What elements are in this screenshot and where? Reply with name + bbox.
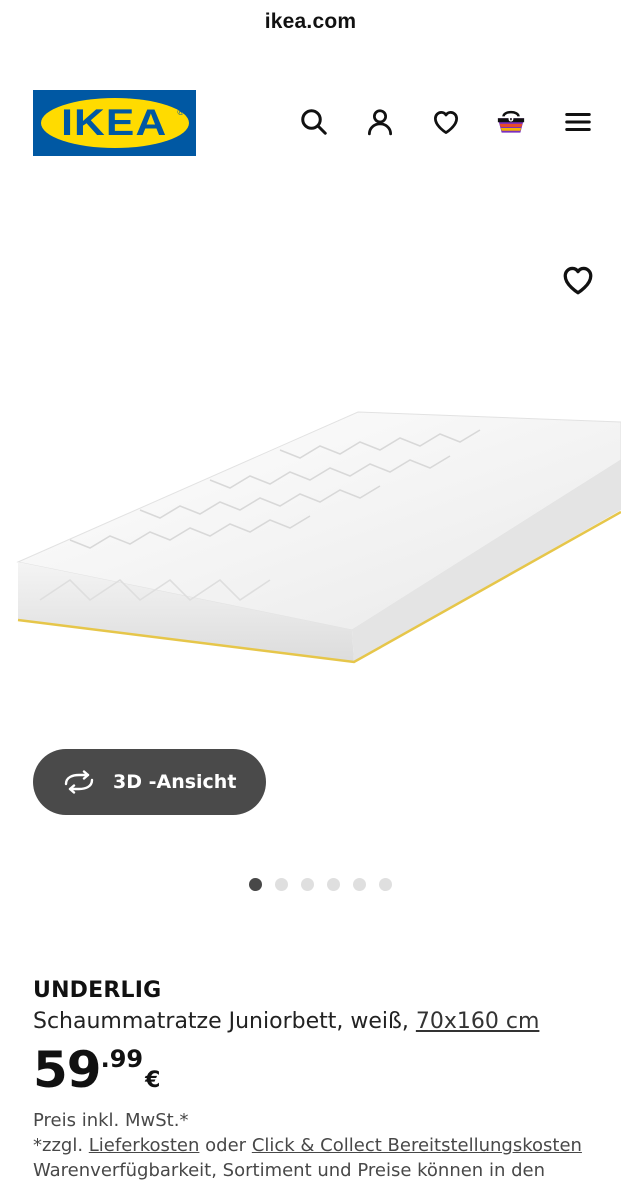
price-integer: 59 <box>33 1041 102 1099</box>
svg-text:0: 0 <box>508 114 514 124</box>
price-currency: € <box>145 1068 161 1093</box>
logo-registered-mark: ® <box>177 107 184 117</box>
availability-note: Warenverfügbarkeit, Sortiment und Preise… <box>33 1160 545 1181</box>
carousel-dot-4[interactable] <box>327 878 340 891</box>
search-icon[interactable] <box>298 106 330 138</box>
shipping-prefix: *zzgl. <box>33 1135 84 1156</box>
add-to-wishlist-icon[interactable] <box>560 262 596 298</box>
carousel-dot-6[interactable] <box>379 878 392 891</box>
carousel-dot-1[interactable] <box>249 878 262 891</box>
shipping-note: *zzgl. Lieferkosten oder Click & Collect… <box>33 1133 613 1158</box>
product-description-text: Schaummatratze Juniorbett, weiß, <box>33 1009 409 1034</box>
3d-view-label: 3D -Ansicht <box>113 771 237 793</box>
vat-note: Preis inkl. MwSt.* <box>33 1110 189 1131</box>
product-brand: UNDERLIG <box>33 978 162 1003</box>
mattress-image <box>16 411 621 664</box>
carousel-dot-5[interactable] <box>353 878 366 891</box>
click-collect-link[interactable]: Click & Collect Bereitstellungskosten <box>252 1135 582 1156</box>
shipping-costs-link[interactable]: Lieferkosten <box>89 1135 200 1156</box>
rotate-3d-icon <box>64 770 94 794</box>
heart-icon[interactable] <box>430 106 462 138</box>
carousel-dot-2[interactable] <box>275 878 288 891</box>
site-header: IKEA ® 0 <box>0 88 621 158</box>
shipping-or: oder <box>205 1135 247 1156</box>
3d-view-button[interactable]: 3D -Ansicht <box>33 749 266 815</box>
ikea-logo[interactable]: IKEA ® <box>33 90 196 156</box>
price-notes: Preis inkl. MwSt.* *zzgl. Lieferkosten o… <box>33 1108 613 1183</box>
product-image-gallery[interactable]: 3D -Ansicht <box>0 170 621 910</box>
carousel-dot-3[interactable] <box>301 878 314 891</box>
product-info: UNDERLIG Schaummatratze Juniorbett, weiß… <box>33 978 613 1183</box>
logo-oval: IKEA <box>40 98 189 148</box>
price-decimal: .99 <box>100 1045 144 1073</box>
product-size-link[interactable]: 70x160 cm <box>416 1009 540 1034</box>
url-text: ikea.com <box>264 10 357 33</box>
browser-url-bar[interactable]: ikea.com <box>0 0 621 44</box>
logo-text: IKEA <box>61 102 168 143</box>
menu-icon[interactable] <box>562 106 594 138</box>
carousel-indicators <box>249 878 392 891</box>
product-description: Schaummatratze Juniorbett, weiß, 70x160 … <box>33 1009 613 1034</box>
shopping-bag-icon[interactable]: 0 <box>495 106 527 138</box>
product-price: 59 .99 € <box>33 1044 613 1096</box>
user-icon[interactable] <box>364 106 396 138</box>
